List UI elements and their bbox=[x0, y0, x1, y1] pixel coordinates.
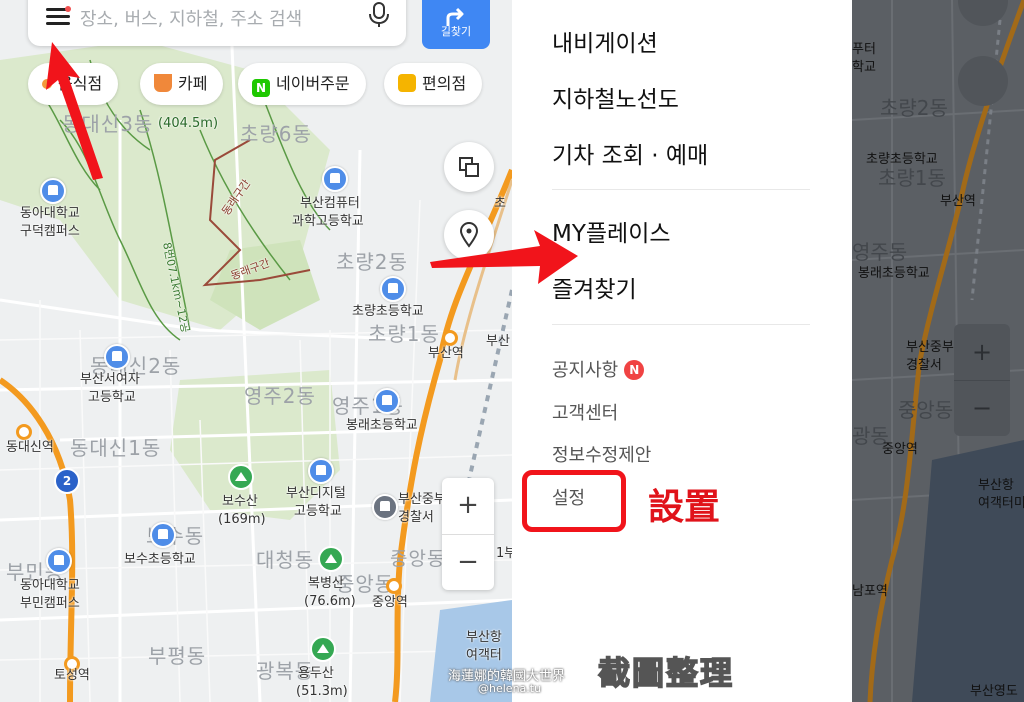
credit-handle: @helena.tu bbox=[478, 682, 542, 695]
annotation-arrows bbox=[46, 42, 578, 284]
watermark: 截圖整理 bbox=[597, 653, 735, 693]
settings-highlight-box bbox=[522, 470, 626, 532]
annotation-settings-label: 設置 bbox=[648, 486, 721, 528]
